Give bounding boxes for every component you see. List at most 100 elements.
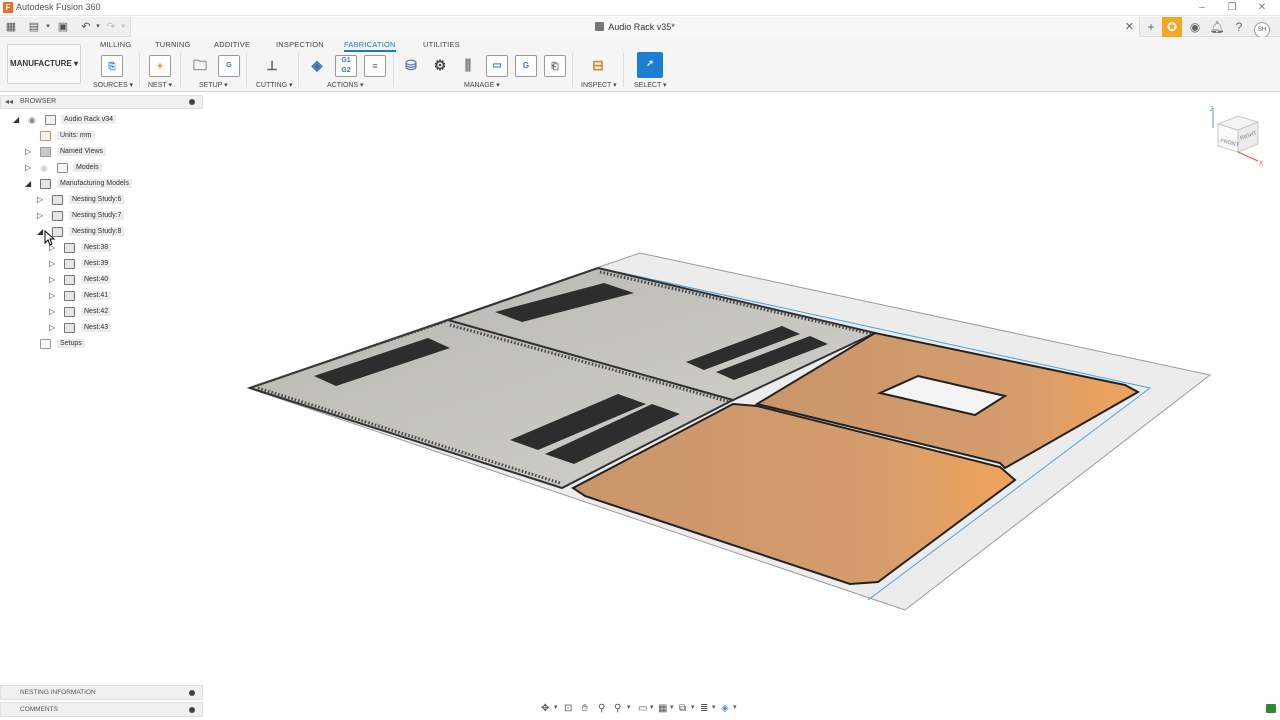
extensions-icon[interactable]: ✪ [1162, 17, 1182, 37]
setup-folder-icon[interactable]: 🗀︎ [189, 55, 211, 77]
job-status-icon[interactable]: ◉ [1184, 17, 1206, 37]
select-cursor-icon[interactable]: ➚ [637, 52, 663, 78]
tree-item-nesting-study[interactable]: ◢ Nesting Study:8 [0, 224, 203, 240]
collapsed-triangle-icon[interactable]: ▷ [49, 323, 59, 332]
zoom-window-icon[interactable]: ⚲ [598, 703, 605, 714]
file-dropdown-icon[interactable]: ▾ [41, 20, 55, 34]
environment-icon[interactable]: ◈ [721, 703, 729, 714]
close-window-icon[interactable]: ✕ [1248, 0, 1276, 16]
template-library-icon[interactable]: ⚙ [429, 55, 451, 77]
workspace-switcher-button[interactable]: MANUFACTURE ▾ [7, 44, 81, 84]
zoom-dropdown-icon[interactable]: ▾ [627, 703, 631, 711]
post-library-icon[interactable]: ⫼ [457, 55, 479, 77]
tree-item-models[interactable]: ▷ ◉ Models [0, 160, 203, 176]
display-dropdown-icon[interactable]: ▾ [650, 703, 654, 711]
expanded-triangle-icon[interactable]: ◢ [13, 115, 23, 124]
environment-dropdown-icon[interactable]: ▾ [733, 703, 737, 711]
tool-library-icon[interactable]: ⛁ [400, 55, 422, 77]
orbit-dropdown-icon[interactable]: ▾ [554, 703, 558, 711]
notifications-bell-icon[interactable]: 🔔︎ [1206, 17, 1228, 37]
tree-item-nest[interactable]: ▷ Nest:38 [0, 240, 203, 256]
tree-item-named-views[interactable]: ▷ Named Views [0, 144, 203, 160]
user-avatar[interactable]: SH [1252, 17, 1272, 38]
collapsed-triangle-icon[interactable]: ▷ [49, 307, 59, 316]
tree-item-manufacturing-models[interactable]: ◢ Manufacturing Models [0, 176, 203, 192]
redo-dropdown-icon[interactable]: ▾ [116, 20, 130, 34]
tree-item-units[interactable]: Units: mm [0, 128, 203, 144]
post-process-g1g2-icon[interactable]: G1 G2 [335, 55, 357, 77]
document-tab[interactable]: Audio Rack v35* ✕ [130, 17, 1140, 37]
tree-item-nesting-study[interactable]: ▷ Nesting Study:7 [0, 208, 203, 224]
select-group-label[interactable]: SELECT ▾ [634, 81, 667, 89]
tab-fabrication[interactable]: FABRICATION [344, 40, 396, 52]
nesting-information-panel[interactable]: NESTING INFORMATION [0, 685, 203, 700]
comments-panel[interactable]: COMMENTS [0, 702, 203, 717]
visibility-eye-icon[interactable]: ◉ [40, 163, 48, 174]
tab-turning[interactable]: TURNING [155, 40, 191, 49]
close-tab-icon[interactable]: ✕ [1125, 20, 1134, 33]
viewports-icon[interactable]: ⧉ [679, 703, 686, 714]
cutting-group-label[interactable]: CUTTING ▾ [256, 81, 293, 89]
restore-icon[interactable]: ❐ [1218, 0, 1246, 16]
undo-dropdown-icon[interactable]: ▾ [91, 20, 105, 34]
display-settings-icon[interactable]: ▭ [638, 703, 647, 714]
collapse-browser-icon[interactable]: ◂◂ [5, 97, 13, 106]
3d-viewport[interactable] [205, 92, 1280, 700]
manage-group-label[interactable]: MANAGE ▾ [464, 81, 500, 89]
collapsed-triangle-icon[interactable]: ▷ [49, 291, 59, 300]
sources-import-icon[interactable]: ⎘ [101, 55, 123, 77]
tree-item-nest[interactable]: ▷ Nest:43 [0, 320, 203, 336]
tree-item-setups[interactable]: Setups [0, 336, 203, 352]
expanded-triangle-icon[interactable]: ◢ [25, 179, 35, 188]
cutting-torch-icon[interactable]: ⟂ [261, 55, 283, 77]
panel-pin-icon[interactable] [189, 707, 195, 713]
save-icon[interactable]: ▣ [56, 20, 70, 34]
help-icon[interactable]: ? [1228, 17, 1250, 37]
grid-dropdown-icon[interactable]: ▾ [670, 703, 674, 711]
tree-root-item[interactable]: ◢ ◉ Audio Rack v34 [0, 112, 203, 128]
collapsed-triangle-icon[interactable]: ▷ [49, 275, 59, 284]
tab-inspection[interactable]: INSPECTION [276, 40, 324, 49]
tree-item-nest[interactable]: ▷ Nest:40 [0, 272, 203, 288]
zoom-fit-icon[interactable]: ⚲ [614, 703, 621, 714]
machine-library-icon[interactable]: ▭ [486, 55, 508, 77]
tree-item-nesting-study[interactable]: ▷ Nesting Study:6 [0, 192, 203, 208]
simulation-dropdown-icon[interactable]: ▾ [712, 703, 716, 711]
grid-snaps-icon[interactable]: ▦ [658, 703, 667, 714]
nest-group-label[interactable]: NEST ▾ [148, 81, 172, 89]
orbit-icon[interactable]: ✥ [541, 703, 549, 714]
actions-group-label[interactable]: ACTIONS ▾ [327, 81, 364, 89]
text-commands-icon[interactable] [1266, 704, 1276, 713]
inspect-group-label[interactable]: INSPECT ▾ [581, 81, 617, 89]
setup-sheet-g-icon[interactable]: G [218, 55, 240, 77]
tree-item-nest[interactable]: ▷ Nest:42 [0, 304, 203, 320]
setup-group-label[interactable]: SETUP ▾ [199, 81, 228, 89]
nc-program-g-icon[interactable]: G [515, 55, 537, 77]
collapsed-triangle-icon[interactable]: ▷ [25, 163, 35, 172]
minimize-icon[interactable]: – [1188, 0, 1216, 16]
visibility-eye-icon[interactable]: ◉ [28, 115, 36, 126]
tab-additive[interactable]: ADDITIVE [214, 40, 250, 49]
collapsed-triangle-icon[interactable]: ▷ [25, 147, 35, 156]
tab-milling[interactable]: MILLING [100, 40, 131, 49]
collapsed-triangle-icon[interactable]: ▷ [49, 259, 59, 268]
view-cube[interactable]: Z X FRONT RIGHT [1208, 104, 1266, 166]
task-manager-icon[interactable]: ⎗ [544, 55, 566, 77]
tab-utilities[interactable]: UTILITIES [423, 40, 460, 49]
tree-item-nest[interactable]: ▷ Nest:41 [0, 288, 203, 304]
sources-group-label[interactable]: SOURCES ▾ [93, 81, 133, 89]
new-tab-plus-icon[interactable]: + [1140, 17, 1162, 37]
look-at-icon[interactable]: ⊡ [564, 703, 572, 714]
panel-pin-icon[interactable] [189, 690, 195, 696]
tree-item-nest[interactable]: ▷ Nest:39 [0, 256, 203, 272]
collapsed-triangle-icon[interactable]: ▷ [37, 195, 47, 204]
nest-icon[interactable]: ✦ [149, 55, 171, 77]
file-menu-icon[interactable]: ▤ [27, 20, 41, 34]
data-panel-grid-icon[interactable]: ▦ [4, 20, 18, 34]
viewports-dropdown-icon[interactable]: ▾ [691, 703, 695, 711]
browser-pin-icon[interactable] [189, 99, 195, 105]
setup-sheet-list-icon[interactable]: ≡ [364, 55, 386, 77]
pan-hand-icon[interactable]: ✋︎ [582, 703, 588, 714]
browser-panel-header[interactable]: ◂◂ BROWSER [0, 95, 203, 109]
simulation-display-icon[interactable]: ≣ [700, 703, 708, 714]
